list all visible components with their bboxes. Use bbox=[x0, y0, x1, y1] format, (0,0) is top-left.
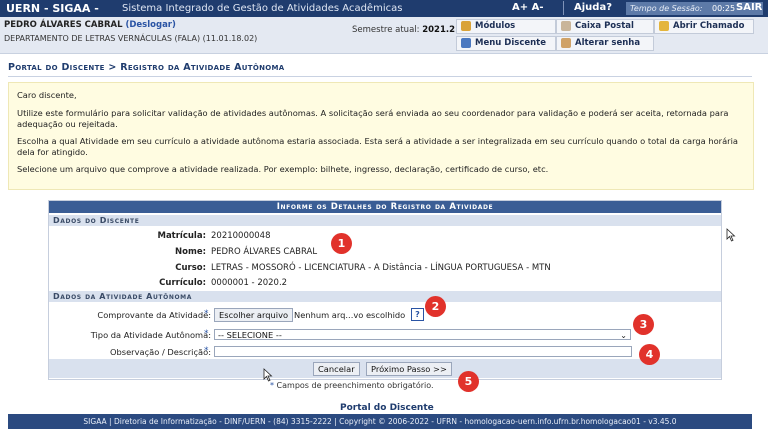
mouse-cursor-icon bbox=[263, 368, 273, 382]
observacao-row: Observação / Descrição: * bbox=[49, 344, 721, 360]
required-star: * bbox=[204, 309, 209, 319]
semester-value: 2021.2 bbox=[422, 25, 456, 35]
tipo-row: Tipo da Atividade Autônoma: * -- SELECIO… bbox=[49, 327, 721, 343]
abrir-chamado-button[interactable]: Abrir Chamado bbox=[654, 19, 754, 34]
modulos-label: Módulos bbox=[475, 21, 516, 31]
required-note-text: Campos de preenchimento obrigatório. bbox=[276, 381, 434, 390]
user-name-line: PEDRO ÁLVARES CABRAL (Deslogar) bbox=[4, 20, 176, 30]
logout-exit-button[interactable]: SAIR bbox=[736, 2, 762, 13]
curso-row: Curso: LETRAS - MOSSORÓ - LICENCIATURA -… bbox=[49, 261, 721, 275]
brand-title: UERN - SIGAA - bbox=[6, 2, 99, 15]
step-marker-2: 2 bbox=[425, 296, 446, 317]
nome-label: Nome: bbox=[175, 247, 206, 257]
logout-link[interactable]: (Deslogar) bbox=[125, 20, 175, 30]
breadcrumb-divider bbox=[8, 76, 752, 77]
required-star: * bbox=[204, 346, 209, 356]
form-title: Informe os Detalhes do Registro da Ativi… bbox=[49, 201, 721, 213]
portal-discente-link[interactable]: Portal do Discente bbox=[340, 403, 434, 413]
breadcrumb: Portal do Discente > Registro da Ativida… bbox=[8, 62, 285, 73]
section-student-data: Dados do Discente bbox=[49, 215, 721, 226]
step-marker-3: 3 bbox=[633, 314, 654, 335]
mouse-cursor-icon bbox=[726, 228, 736, 242]
chevron-down-icon: ⌄ bbox=[620, 331, 627, 340]
observacao-input[interactable] bbox=[214, 346, 632, 357]
alterar-senha-button[interactable]: Alterar senha bbox=[556, 36, 654, 51]
comprovante-row: Comprovante da Atividade: * Escolher arq… bbox=[49, 307, 721, 323]
arrows-icon bbox=[461, 38, 471, 48]
mailbox-icon bbox=[561, 21, 571, 31]
font-size-controls[interactable]: A+ A- bbox=[512, 2, 544, 13]
curriculo-value: 0000001 - 2020.2 bbox=[211, 278, 288, 288]
observacao-label: Observação / Descrição: bbox=[109, 347, 211, 357]
choose-file-button[interactable]: Escolher arquivo bbox=[214, 308, 294, 322]
activity-type-select[interactable]: -- SELECIONE -- ⌄ bbox=[214, 329, 631, 340]
instructions-greeting: Caro discente, bbox=[17, 90, 77, 100]
cancel-button[interactable]: Cancelar bbox=[313, 362, 360, 376]
curso-value: LETRAS - MOSSORÓ - LICENCIATURA - A Dist… bbox=[211, 263, 551, 273]
required-note: * Campos de preenchimento obrigatório. bbox=[270, 381, 434, 390]
matricula-row: Matrícula: 20210000048 bbox=[49, 229, 721, 243]
instructions-paragraph-2: Escolha a qual Atividade em seu currícul… bbox=[17, 136, 738, 157]
divider bbox=[563, 1, 564, 15]
step-marker-4: 4 bbox=[639, 344, 660, 365]
session-label: Tempo de Sessão: bbox=[630, 4, 703, 13]
curriculo-label: Currículo: bbox=[159, 278, 206, 288]
matricula-value: 20210000048 bbox=[211, 231, 271, 241]
modulos-button[interactable]: Módulos bbox=[456, 19, 556, 34]
semester-label: Semestre atual: bbox=[352, 25, 420, 35]
activity-form: Informe os Detalhes do Registro da Ativi… bbox=[48, 200, 722, 380]
user-bar: PEDRO ÁLVARES CABRAL (Deslogar) DEPARTAM… bbox=[0, 17, 768, 54]
matricula-label: Matrícula: bbox=[157, 231, 206, 241]
comprovante-label: Comprovante da Atividade: bbox=[97, 310, 211, 320]
instructions-box: Caro discente, Utilize este formulário p… bbox=[8, 82, 754, 190]
next-step-button[interactable]: Próximo Passo >> bbox=[366, 362, 452, 376]
cube-icon bbox=[461, 21, 471, 31]
required-star: * bbox=[204, 329, 209, 339]
caixa-postal-label: Caixa Postal bbox=[575, 21, 634, 31]
session-time: 00:25 bbox=[712, 4, 736, 13]
ticket-icon bbox=[659, 21, 669, 31]
abrir-chamado-label: Abrir Chamado bbox=[673, 21, 745, 31]
user-name: PEDRO ÁLVARES CABRAL bbox=[4, 20, 123, 30]
tipo-label: Tipo da Atividade Autônoma: bbox=[90, 330, 211, 340]
step-marker-5: 5 bbox=[458, 371, 479, 392]
session-box: Tempo de Sessão: 00:25 SAIR bbox=[626, 2, 763, 15]
menu-discente-label: Menu Discente bbox=[475, 38, 546, 48]
caixa-postal-button[interactable]: Caixa Postal bbox=[556, 19, 654, 34]
file-status: Nenhum arq...vo escolhido bbox=[294, 310, 406, 320]
step-marker-1: 1 bbox=[331, 233, 352, 254]
curso-label: Curso: bbox=[175, 263, 206, 273]
menu-discente-button[interactable]: Menu Discente bbox=[456, 36, 556, 51]
section-activity-data: Dados da Atividade Autônoma bbox=[49, 291, 721, 302]
user-key-icon bbox=[561, 38, 571, 48]
required-star: * bbox=[270, 381, 274, 390]
alterar-senha-label: Alterar senha bbox=[575, 38, 641, 48]
system-name: Sistema Integrado de Gestão de Atividade… bbox=[122, 3, 403, 14]
form-actions: Cancelar Próximo Passo >> bbox=[49, 359, 721, 378]
footer: SIGAA | Diretoria de Informatização - DI… bbox=[8, 414, 752, 429]
nome-row: Nome: PEDRO ÁLVARES CABRAL bbox=[49, 245, 721, 259]
instructions-paragraph-1: Utilize este formulário para solicitar v… bbox=[17, 108, 729, 129]
curriculo-row: Currículo: 0000001 - 2020.2 bbox=[49, 276, 721, 290]
help-link[interactable]: Ajuda? bbox=[574, 2, 612, 13]
nome-value: PEDRO ÁLVARES CABRAL bbox=[211, 247, 318, 257]
current-semester: Semestre atual: 2021.2 bbox=[352, 25, 455, 35]
instructions-paragraph-3: Selecione um arquivo que comprove a ativ… bbox=[17, 164, 549, 174]
top-bar: UERN - SIGAA - Sistema Integrado de Gest… bbox=[0, 0, 768, 17]
activity-type-selected: -- SELECIONE -- bbox=[218, 330, 282, 340]
help-icon[interactable]: ? bbox=[411, 308, 424, 321]
user-department: DEPARTAMENTO DE LETRAS VERNÁCULAS (FALA)… bbox=[4, 34, 258, 43]
